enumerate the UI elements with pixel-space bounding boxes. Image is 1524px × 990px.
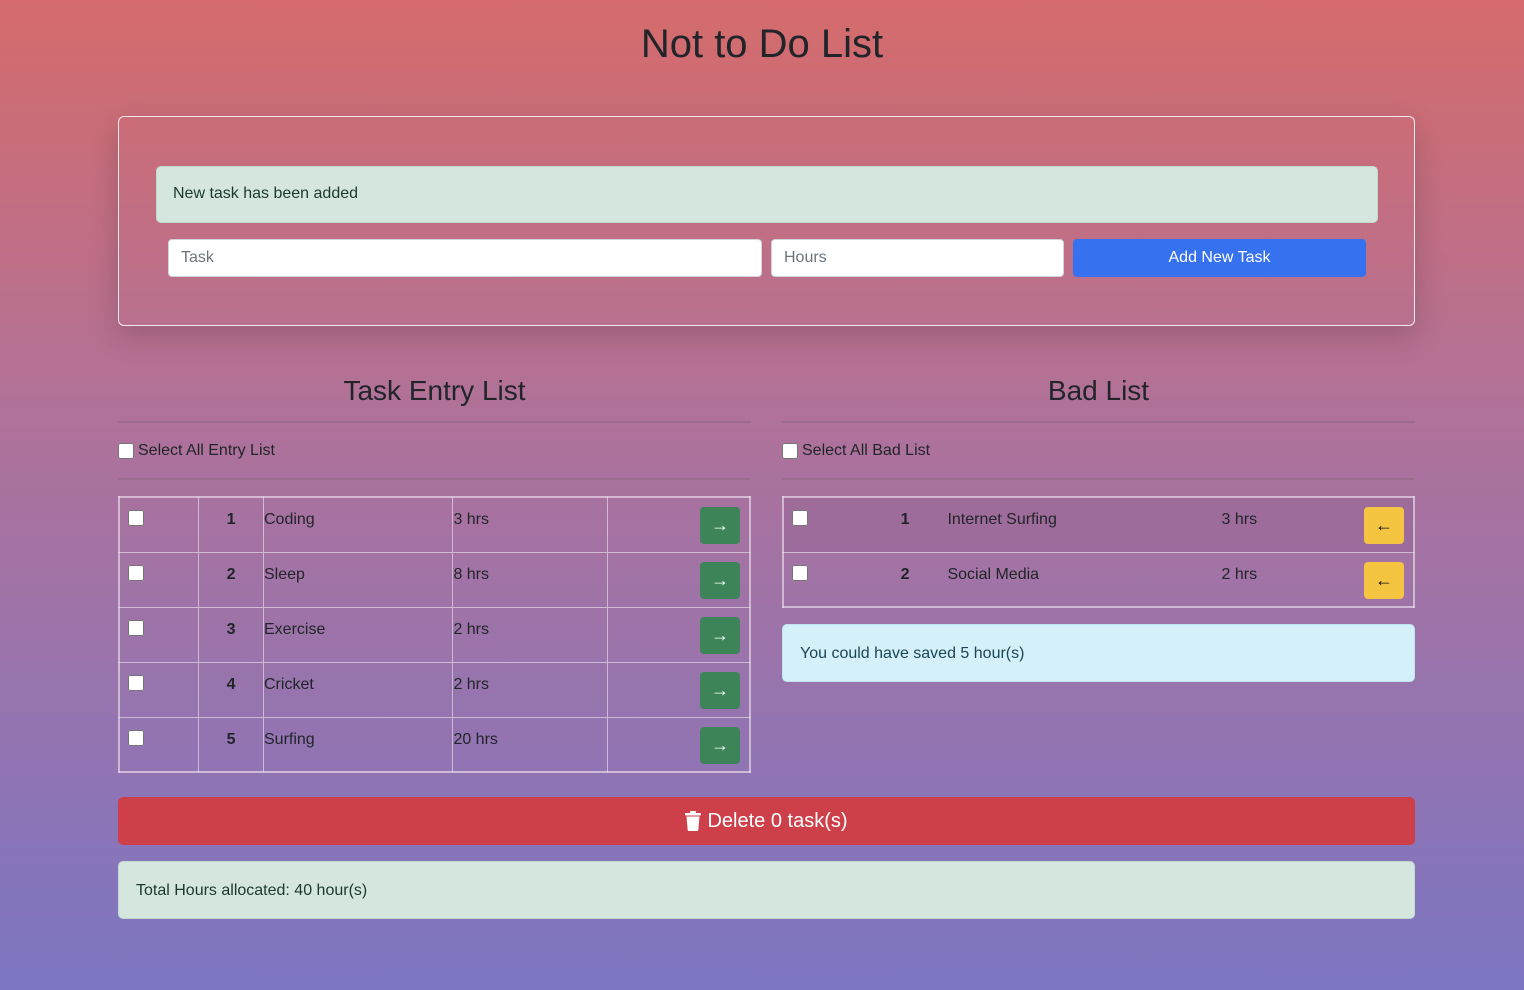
row-task: Social Media [947, 551, 1222, 607]
table-row: 2 Sleep 8 hrs → [119, 551, 750, 607]
arrow-right-icon: → [711, 515, 729, 535]
row-checkbox[interactable] [128, 510, 144, 526]
row-task: Coding [263, 496, 454, 552]
move-to-bad-button[interactable]: → [700, 726, 740, 764]
task-entry-list: Task Entry List Select All Entry List 1 … [118, 370, 751, 773]
row-hours: 2 hrs [1221, 551, 1342, 607]
select-all-entry[interactable]: Select All Entry List [118, 423, 751, 480]
entry-table: 1 Coding 3 hrs → 2 Sleep 8 hrs → 3 Exerc… [118, 496, 751, 773]
row-number: 3 [198, 606, 264, 662]
row-checkbox[interactable] [128, 619, 144, 636]
select-all-entry-checkbox[interactable] [118, 442, 134, 459]
add-task-button[interactable]: Add New Task [1073, 239, 1366, 277]
table-row: 1 Internet Surfing 3 hrs ← [783, 496, 1414, 552]
row-hours: 2 hrs [452, 661, 608, 717]
row-task: Exercise [263, 606, 454, 662]
row-hours: 3 hrs [452, 496, 608, 552]
row-hours: 8 hrs [452, 551, 608, 607]
row-task: Surfing [263, 716, 454, 772]
arrow-right-icon: → [711, 679, 729, 700]
table-row: 4 Cricket 2 hrs → [119, 661, 750, 717]
move-to-entry-button[interactable]: ← [1364, 561, 1404, 599]
row-hours: 2 hrs [452, 606, 608, 662]
success-alert: New task has been added [156, 166, 1378, 223]
arrow-right-icon: → [711, 624, 729, 645]
move-to-bad-button[interactable]: → [700, 561, 740, 599]
row-hours: 3 hrs [1221, 496, 1342, 552]
move-to-bad-button[interactable]: → [700, 507, 740, 544]
page-title: Not to Do List [640, 22, 884, 66]
row-checkbox[interactable] [128, 674, 144, 691]
move-to-bad-button[interactable]: → [700, 616, 740, 654]
select-all-bad-checkbox[interactable] [782, 442, 798, 459]
row-number: 5 [198, 716, 264, 772]
row-number: 1 [198, 496, 264, 552]
total-hours-alert: Total Hours allocated: 40 hour(s) [118, 861, 1415, 919]
move-to-entry-button[interactable]: ← [1364, 507, 1404, 544]
task-form: New task has been added Add New Task [118, 116, 1415, 326]
select-all-bad[interactable]: Select All Bad List [782, 423, 1415, 480]
delete-tasks-button[interactable]: Delete 0 task(s) [118, 797, 1415, 845]
row-checkbox[interactable] [792, 510, 808, 526]
saved-hours-alert: You could have saved 5 hour(s) [782, 624, 1415, 682]
select-all-entry-label: Select All Entry List [138, 441, 275, 459]
row-task: Cricket [263, 661, 454, 717]
row-checkbox[interactable] [128, 564, 144, 581]
table-row: 2 Social Media 2 hrs ← [783, 551, 1414, 607]
bad-list: Bad List Select All Bad List 1 Internet … [782, 370, 1415, 682]
arrow-right-icon: → [711, 734, 729, 755]
row-checkbox[interactable] [792, 564, 808, 581]
row-hours: 20 hrs [452, 716, 608, 772]
entry-list-heading: Task Entry List [118, 370, 751, 423]
bad-table: 1 Internet Surfing 3 hrs ← 2 Social Medi… [782, 496, 1415, 608]
arrow-right-icon: → [711, 569, 729, 590]
delete-button-label: Delete 0 task(s) [707, 809, 848, 832]
row-number: 2 [862, 551, 948, 607]
select-all-bad-label: Select All Bad List [802, 441, 931, 459]
trash-icon [685, 811, 702, 831]
row-task: Internet Surfing [947, 496, 1222, 552]
table-row: 5 Surfing 20 hrs → [119, 716, 750, 772]
table-row: 1 Coding 3 hrs → [119, 496, 750, 552]
row-number: 1 [862, 496, 948, 552]
table-row: 3 Exercise 2 hrs → [119, 606, 750, 662]
arrow-left-icon: ← [1375, 569, 1393, 590]
task-input[interactable] [168, 239, 762, 277]
row-task: Sleep [263, 551, 454, 607]
arrow-left-icon: ← [1375, 515, 1393, 535]
row-checkbox[interactable] [128, 729, 144, 746]
bad-list-heading: Bad List [782, 370, 1415, 423]
hours-input[interactable] [771, 239, 1064, 277]
row-number: 2 [198, 551, 264, 607]
move-to-bad-button[interactable]: → [700, 671, 740, 709]
row-number: 4 [198, 661, 264, 717]
